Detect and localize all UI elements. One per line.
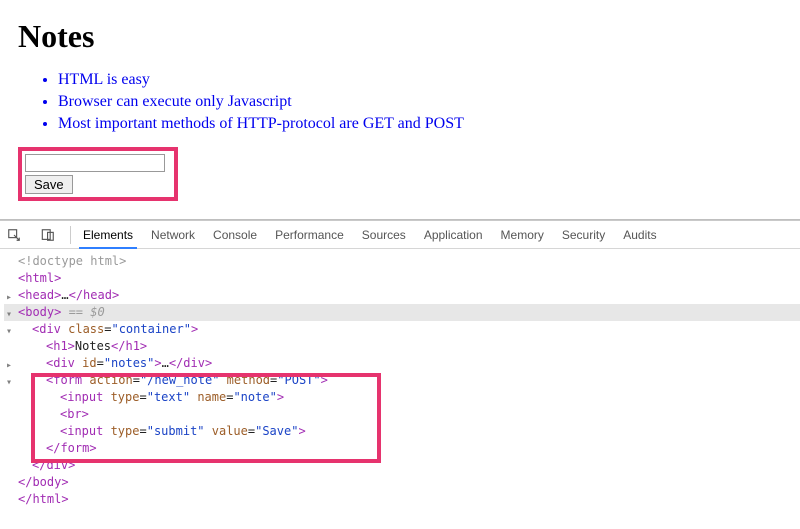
devtools-panel: Elements Network Console Performance Sou… — [0, 220, 800, 514]
dom-br[interactable]: <br> — [4, 406, 800, 423]
dom-form-close[interactable]: </form> — [4, 440, 800, 457]
devtools-tabbar: Elements Network Console Performance Sou… — [0, 221, 800, 249]
new-note-form-highlight: Save — [18, 147, 178, 201]
dom-doctype[interactable]: <!doctype html> — [4, 253, 800, 270]
note-item: Browser can execute only Javascript — [58, 91, 782, 113]
tab-separator — [70, 226, 71, 244]
tab-security[interactable]: Security — [562, 228, 605, 242]
save-button[interactable]: Save — [25, 175, 73, 194]
rendered-page: Notes HTML is easy Browser can execute o… — [0, 0, 800, 211]
dom-input-text[interactable]: <input type="text" name="note"> — [4, 389, 800, 406]
tab-application[interactable]: Application — [424, 228, 483, 242]
tab-performance[interactable]: Performance — [275, 228, 344, 242]
tab-sources[interactable]: Sources — [362, 228, 406, 242]
dom-div-close[interactable]: </div> — [4, 457, 800, 474]
dom-head[interactable]: <head>…</head> — [4, 287, 800, 304]
dom-body-close[interactable]: </body> — [4, 474, 800, 491]
dom-form-open[interactable]: <form action="/new_note" method="POST"> — [4, 372, 800, 389]
tab-audits[interactable]: Audits — [623, 228, 656, 242]
page-title: Notes — [18, 18, 782, 55]
dom-body-open[interactable]: ⋯<body> == $0 — [4, 304, 800, 321]
tab-elements[interactable]: Elements — [83, 228, 133, 242]
note-item: HTML is easy — [58, 69, 782, 91]
dom-div-container[interactable]: <div class="container"> — [4, 321, 800, 338]
notes-list: HTML is easy Browser can execute only Ja… — [18, 69, 782, 135]
tab-memory[interactable]: Memory — [501, 228, 544, 242]
inspect-icon[interactable] — [6, 227, 22, 243]
dom-div-notes[interactable]: <div id="notes">…</div> — [4, 355, 800, 372]
dom-html-open[interactable]: <html> — [4, 270, 800, 287]
device-toggle-icon[interactable] — [40, 227, 56, 243]
dom-tree[interactable]: <!doctype html> <html> <head>…</head> ⋯<… — [0, 249, 800, 514]
tab-console[interactable]: Console — [213, 228, 257, 242]
dom-h1[interactable]: <h1>Notes</h1> — [4, 338, 800, 355]
note-item: Most important methods of HTTP-protocol … — [58, 113, 782, 135]
dom-html-close[interactable]: </html> — [4, 491, 800, 508]
tab-network[interactable]: Network — [151, 228, 195, 242]
dom-input-submit[interactable]: <input type="submit" value="Save"> — [4, 423, 800, 440]
note-input[interactable] — [25, 154, 165, 172]
